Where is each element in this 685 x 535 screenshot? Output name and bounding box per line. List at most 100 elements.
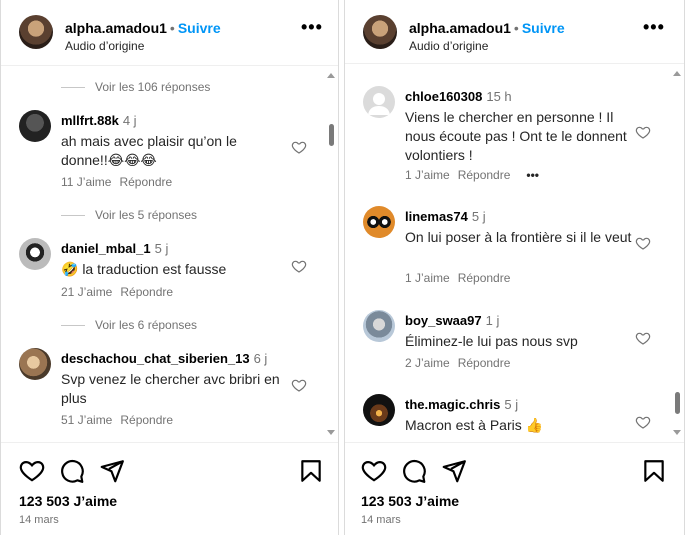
view-replies-label: Voir les 6 réponses	[95, 318, 198, 332]
author-line: alpha.amadou1 • Suivre	[65, 20, 221, 36]
comment-text: Éliminez-le lui pas nous svp	[405, 333, 578, 349]
view-replies-label: Voir les 106 réponses	[95, 80, 211, 94]
comment-time: 5 j	[504, 397, 519, 412]
send-icon[interactable]	[99, 458, 125, 484]
follow-button[interactable]: Suivre	[178, 20, 221, 36]
comment-username[interactable]: boy_swaa97	[405, 313, 482, 328]
view-replies-button[interactable]: Voir les 5 réponses	[61, 208, 197, 222]
comment-likes[interactable]: 51 J’aime	[61, 413, 112, 427]
comment-username[interactable]: mllfrt.88k	[61, 113, 119, 128]
small-heart-icon[interactable]	[635, 330, 651, 346]
commenter-avatar[interactable]	[363, 206, 395, 238]
divider-line	[61, 215, 85, 217]
comment-text: Macron est à Paris 👍	[405, 417, 544, 433]
scroll-down-arrow[interactable]	[327, 430, 335, 435]
post-date[interactable]: 14 mars	[19, 514, 59, 526]
separator-dot: •	[513, 20, 519, 36]
heart-icon[interactable]	[19, 458, 45, 484]
comment-likes[interactable]: 2 J’aime	[405, 356, 450, 370]
comment-icon[interactable]	[401, 458, 427, 484]
author-avatar[interactable]	[363, 15, 397, 49]
comment-time: 15 h	[486, 89, 512, 104]
commenter-avatar[interactable]	[19, 110, 51, 142]
comment-text: ah mais avec plaisir qu’on le donne!!😂😂😂	[61, 133, 237, 168]
comment-header: linemas74 5 j	[405, 209, 486, 224]
scroll-up-arrow[interactable]	[673, 71, 681, 76]
comment-username[interactable]: chloe160308	[405, 89, 482, 104]
comment-text: On lui poser à la frontière si il le veu…	[405, 229, 632, 245]
likes-count[interactable]: 123 503 J’aime	[361, 493, 459, 509]
comment-username[interactable]: deschachou_chat_siberien_13	[61, 351, 250, 366]
comment-text: Viens le chercher en personne ! Il nous …	[405, 109, 627, 163]
comment-header: the.magic.chris 5 j	[405, 397, 518, 412]
comment-more-icon[interactable]: •••	[526, 168, 539, 182]
reply-button[interactable]: Répondre	[120, 413, 173, 427]
send-icon[interactable]	[441, 458, 467, 484]
scroll-up-arrow[interactable]	[327, 73, 335, 78]
reply-button[interactable]: Répondre	[119, 175, 172, 189]
divider-line	[61, 325, 85, 327]
reply-button[interactable]: Répondre	[458, 168, 511, 182]
comment-icon[interactable]	[59, 458, 85, 484]
heart-icon[interactable]	[361, 458, 387, 484]
audio-label[interactable]: Audio d’origine	[65, 39, 144, 53]
comment-text: Svp venez le chercher avc bribri en plus	[61, 371, 280, 406]
left-post-panel: alpha.amadou1 • Suivre Audio d’origine •••…	[0, 0, 339, 535]
author-username[interactable]: alpha.amadou1	[409, 20, 511, 36]
follow-button[interactable]: Suivre	[522, 20, 565, 36]
scroll-thumb[interactable]	[675, 392, 680, 414]
author-username[interactable]: alpha.amadou1	[65, 20, 167, 36]
reply-button[interactable]: Répondre	[458, 271, 511, 285]
comment-meta: 1 J’aime Répondre	[405, 271, 518, 285]
comment-meta: 21 J’aime Répondre	[61, 285, 181, 299]
more-options-icon[interactable]: •••	[643, 18, 664, 36]
small-heart-icon[interactable]	[635, 235, 651, 251]
view-replies-button[interactable]: Voir les 106 réponses	[61, 80, 210, 94]
comment-username[interactable]: linemas74	[405, 209, 468, 224]
post-date[interactable]: 14 mars	[361, 514, 401, 526]
more-options-icon[interactable]: •••	[301, 18, 322, 36]
comments-scrollbar[interactable]	[670, 64, 684, 442]
comment-time: 5 j	[471, 209, 486, 224]
bookmark-icon[interactable]	[641, 458, 667, 484]
commenter-avatar[interactable]	[19, 348, 51, 380]
small-heart-icon[interactable]	[635, 124, 651, 140]
small-heart-icon[interactable]	[291, 139, 307, 155]
comment-time: 1 j	[485, 313, 500, 328]
comments-list: Voir les 106 réponses mllfrt.88k 4 j ah m…	[1, 66, 338, 442]
audio-label[interactable]: Audio d’origine	[409, 39, 488, 53]
comment-header: boy_swaa97 1 j	[405, 313, 499, 328]
comment-time: 4 j	[122, 113, 137, 128]
comment-meta: 51 J’aime Répondre	[61, 413, 181, 427]
comment-likes[interactable]: 1 J’aime	[405, 271, 450, 285]
scroll-down-arrow[interactable]	[673, 430, 681, 435]
comment-meta: 11 J’aime Répondre	[61, 175, 180, 189]
author-avatar[interactable]	[19, 15, 53, 49]
reply-button[interactable]: Répondre	[120, 285, 173, 299]
likes-count[interactable]: 123 503 J’aime	[19, 493, 117, 509]
commenter-avatar[interactable]	[363, 394, 395, 426]
scroll-thumb[interactable]	[329, 124, 334, 146]
commenter-avatar[interactable]	[363, 310, 395, 342]
comment-text: 🤣 la traduction est fausse	[61, 261, 227, 277]
comment-likes[interactable]: 1 J’aime	[405, 168, 450, 182]
bookmark-icon[interactable]	[298, 458, 324, 484]
reply-button[interactable]: Répondre	[458, 356, 511, 370]
comment-username[interactable]: the.magic.chris	[405, 397, 500, 412]
small-heart-icon[interactable]	[291, 258, 307, 274]
post-header: alpha.amadou1 • Suivre Audio d’origine •••	[1, 0, 338, 66]
small-heart-icon[interactable]	[291, 377, 307, 393]
comment-time: 6 j	[253, 351, 268, 366]
comment-meta: 2 J’aime Répondre	[405, 356, 518, 370]
small-heart-icon[interactable]	[635, 414, 651, 430]
commenter-avatar[interactable]	[19, 238, 51, 270]
comment-username[interactable]: daniel_mbal_1	[61, 241, 151, 256]
view-replies-button[interactable]: Voir les 6 réponses	[61, 318, 197, 332]
divider-line	[61, 87, 85, 89]
comment-likes[interactable]: 21 J’aime	[61, 285, 112, 299]
comments-scrollbar[interactable]	[324, 66, 338, 442]
comment-likes[interactable]: 11 J’aime	[61, 175, 111, 189]
post-header: alpha.amadou1 • Suivre Audio d’origine •••	[345, 0, 684, 64]
commenter-avatar[interactable]	[363, 86, 395, 118]
post-footer: 123 503 J’aime 14 mars	[1, 442, 338, 535]
